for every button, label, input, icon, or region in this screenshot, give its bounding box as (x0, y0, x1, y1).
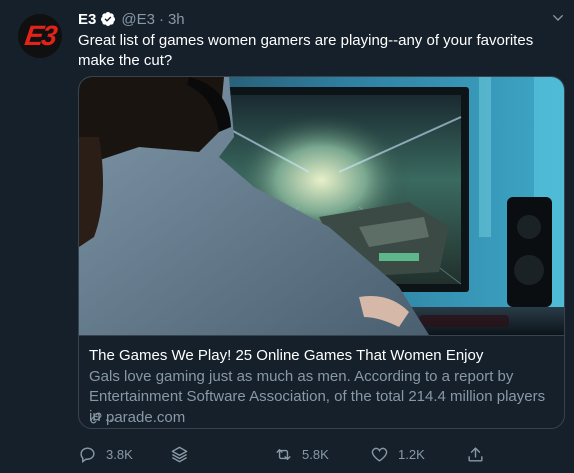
verified-badge-icon (101, 12, 116, 26)
author-handle[interactable]: @E3 (121, 11, 155, 28)
reply-button[interactable]: 3.8K (78, 443, 133, 465)
link-icon (90, 412, 102, 424)
card-image (79, 77, 564, 335)
card-domain-text: parade.com (106, 409, 186, 426)
author-name[interactable]: E3 (78, 11, 96, 28)
tweet-header: E3 @E3 · 3h (78, 10, 185, 28)
retweet-icon (276, 448, 291, 460)
retweet-count: 5.8K (302, 446, 329, 462)
reply-icon (80, 446, 95, 463)
timestamp[interactable]: 3h (168, 11, 185, 28)
card-body: The Games We Play! 25 Online Games That … (79, 335, 564, 428)
tweet[interactable]: E3 E3 @E3 · 3h Great list of games women… (0, 0, 574, 473)
reply-count: 3.8K (106, 446, 133, 462)
tweet-actions: 3.8K 5.8K 1.2K (78, 443, 498, 465)
like-count: 1.2K (398, 446, 425, 462)
chevron-down-icon[interactable] (550, 10, 566, 26)
layers-icon (171, 446, 188, 462)
card-title: The Games We Play! 25 Online Games That … (89, 347, 484, 364)
layers-button[interactable] (170, 443, 189, 465)
like-button[interactable]: 1.2K (370, 443, 425, 465)
tweet-text: Great list of games women gamers are pla… (78, 32, 534, 69)
retweet-button[interactable]: 5.8K (274, 443, 329, 465)
share-icon (468, 446, 483, 462)
share-button[interactable] (466, 443, 485, 465)
avatar-logo-text: E3 (22, 20, 58, 51)
separator-dot: · (158, 10, 164, 28)
link-card[interactable]: The Games We Play! 25 Online Games That … (78, 76, 565, 429)
heart-icon (371, 447, 388, 462)
avatar[interactable]: E3 (18, 14, 62, 58)
card-domain: parade.com (89, 408, 185, 428)
